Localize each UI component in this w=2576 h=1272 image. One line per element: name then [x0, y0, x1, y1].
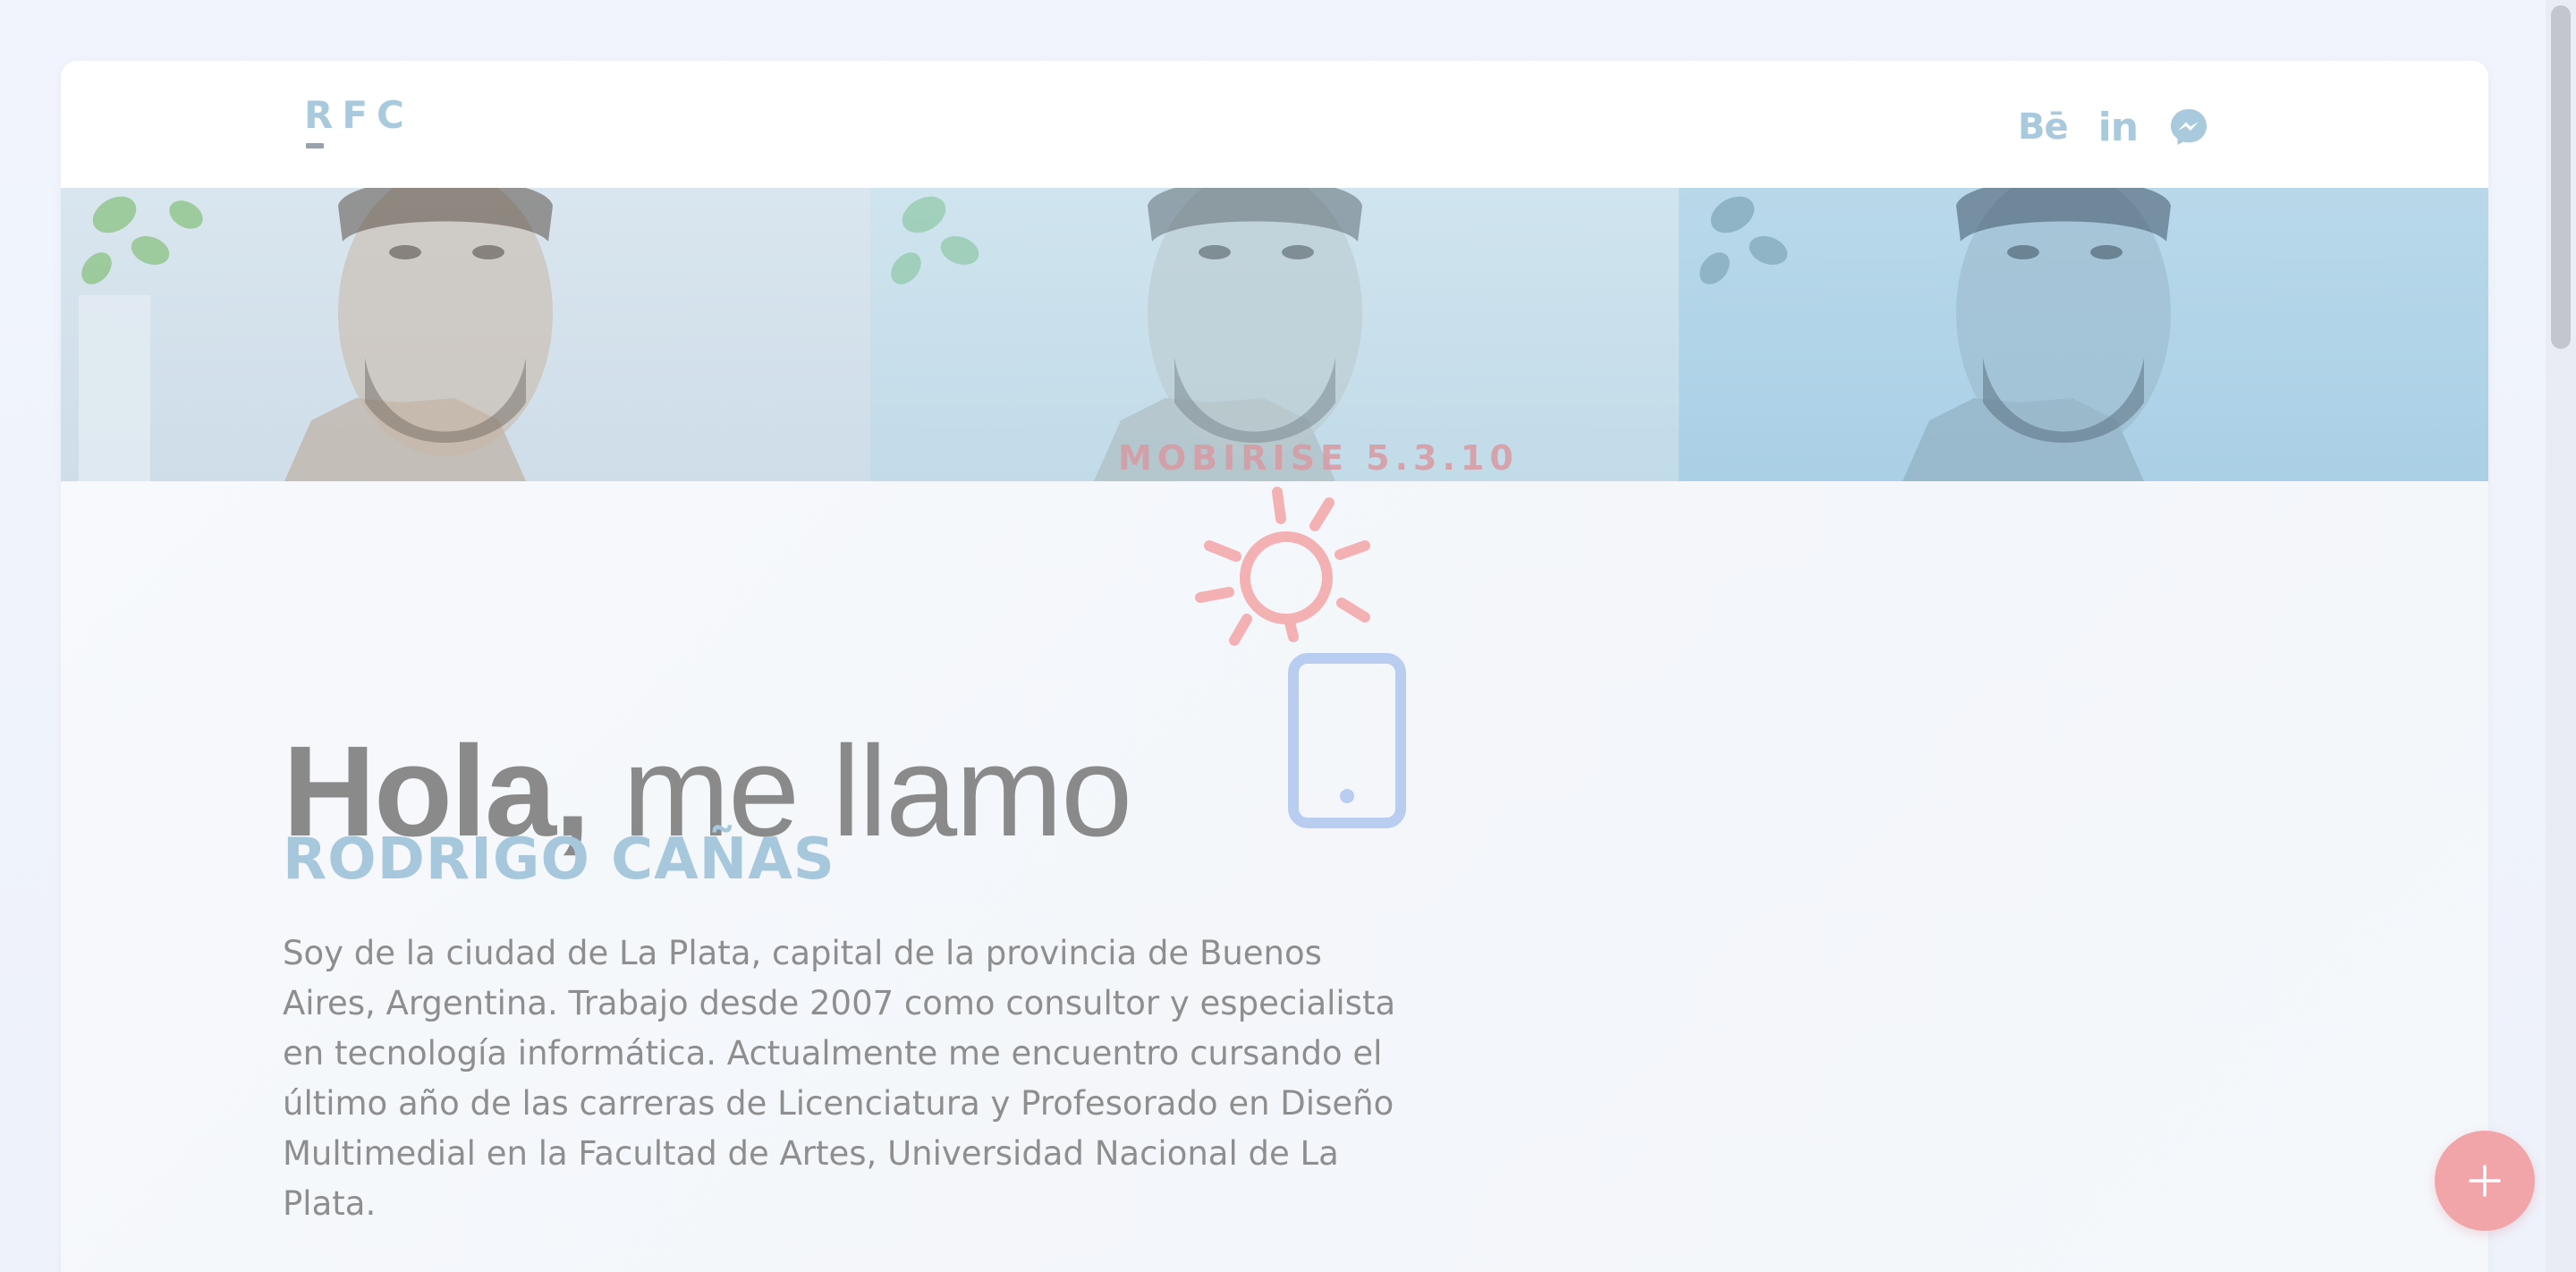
- linkedin-icon[interactable]: in: [2098, 100, 2139, 154]
- add-floating-button[interactable]: [2435, 1131, 2535, 1231]
- social-links: Bē in: [2018, 100, 2209, 154]
- person-name: RODRIGO CAÑAS: [283, 827, 835, 893]
- hero-photo-strip: [61, 188, 2488, 481]
- plus-icon: [2469, 1165, 2501, 1197]
- intro-section: Hola, me llamo RODRIGO CAÑAS Soy de la c…: [61, 481, 2488, 1272]
- scrollbar-thumb[interactable]: [2551, 5, 2571, 349]
- brand-underline: [306, 143, 324, 148]
- portrait-photo: [61, 188, 870, 481]
- behance-icon[interactable]: Bē: [2018, 100, 2069, 154]
- messenger-icon[interactable]: [2168, 100, 2209, 154]
- bio-paragraph: Soy de la ciudad de La Plata, capital de…: [283, 934, 1396, 1223]
- main-card: RFC Bē in Hola, me llamo RODRIGO CAÑAS S…: [61, 61, 2488, 1272]
- page: RFC Bē in Hola, me llamo RODRIGO CAÑAS S…: [0, 0, 2576, 1272]
- portrait-photo: [869, 188, 1680, 481]
- brand-logo[interactable]: RFC: [304, 93, 413, 137]
- portrait-photo: [1679, 188, 2488, 481]
- navbar: RFC Bē in: [61, 61, 2488, 188]
